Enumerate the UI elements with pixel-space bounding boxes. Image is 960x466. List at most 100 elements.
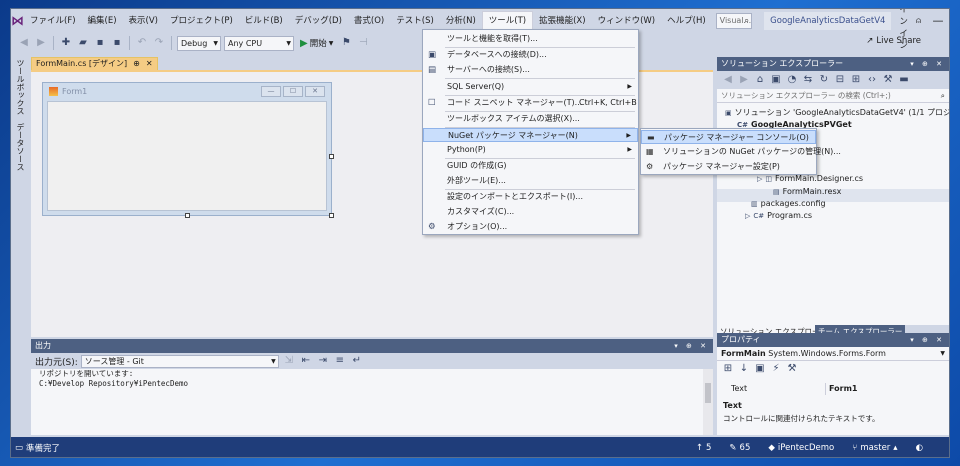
properties-wrench-icon[interactable]: ⚒ [881, 73, 895, 87]
resize-handle-right[interactable] [329, 154, 334, 159]
open-folder-icon[interactable]: ▰ [76, 36, 90, 50]
properties-object-select[interactable]: FormMain System.Windows.Forms.Form ▼ [717, 347, 949, 361]
resize-handle-corner[interactable] [329, 213, 334, 218]
property-row-text[interactable]: Text Form1 [717, 383, 949, 395]
close-tab-icon[interactable]: ✕ [146, 58, 153, 70]
events-icon[interactable]: ⚡ [769, 362, 783, 376]
menu-project[interactable]: プロジェクト(P) [164, 11, 239, 31]
forward-icon[interactable]: ▶ [34, 36, 48, 50]
alphabetical-icon[interactable]: ↓ [737, 362, 751, 376]
view-code-icon[interactable]: ‹› [865, 73, 879, 87]
collapse-all-icon[interactable]: ⊟ [833, 73, 847, 87]
tree-item-packages-config[interactable]: ▥ packages.config [751, 198, 826, 210]
menu-item-code-snippets[interactable]: ☐ コード スニペット マネージャー(T)... Ctrl+K, Ctrl+B [423, 96, 638, 110]
status-repository[interactable]: ◆ iPentecDemo [768, 443, 834, 453]
platform-select[interactable]: Any CPU ▼ [224, 35, 294, 51]
sync-icon[interactable]: ⇆ [801, 73, 815, 87]
menu-file[interactable]: ファイル(F) [24, 11, 82, 31]
menu-extensions[interactable]: 拡張機能(X) [533, 11, 591, 31]
panel-controls-icon[interactable]: ▾ ⊕ ✕ [910, 333, 945, 347]
submenu-item-package-settings[interactable]: ⚙ パッケージ マネージャー設定(P) [641, 160, 816, 174]
next-message-icon[interactable]: ⇥ [316, 354, 330, 368]
panel-controls-icon[interactable]: ▾ ⊕ ✕ [674, 339, 709, 353]
menu-item-sql-server[interactable]: SQL Server(Q) ▶ [423, 80, 638, 94]
menu-item-get-tools[interactable]: ツールと機能を取得(T)... [423, 32, 638, 46]
menu-window[interactable]: ウィンドウ(W) [592, 11, 662, 31]
menu-item-import-export[interactable]: 設定のインポートとエクスポート(I)... [423, 190, 638, 204]
menu-item-choose-toolbox[interactable]: ツールボックス アイテムの選択(X)... [423, 112, 638, 126]
refresh-icon[interactable]: ↻ [817, 73, 831, 87]
output-source-select[interactable]: ソース管理 - Git ▼ [80, 354, 279, 368]
menu-edit[interactable]: 編集(E) [82, 11, 123, 31]
form1-window[interactable]: Form1 — ☐ ✕ [42, 82, 332, 216]
resize-handle-bottom[interactable] [185, 213, 190, 218]
property-description: コントロールに関連付けられたテキストです。 [723, 414, 880, 423]
live-share-button[interactable]: ↗ Live Share [866, 36, 921, 46]
back-icon[interactable]: ◀ [721, 73, 735, 87]
menu-help[interactable]: ヘルプ(H) [661, 11, 712, 31]
save-all-icon[interactable]: ▪ [110, 36, 124, 50]
property-value[interactable]: Form1 [829, 383, 857, 395]
tree-item-solution[interactable]: ▣ ソリューション 'GoogleAnalyticsDataGetV4' (1/… [725, 107, 949, 119]
status-changes[interactable]: ✎ 65 [729, 443, 750, 453]
configuration-select[interactable]: Debug ▼ [177, 35, 221, 51]
home-icon[interactable]: ⌂ [753, 73, 767, 87]
resx-file-icon: ▤ [773, 188, 780, 196]
solution-search-input[interactable]: ソリューション エクスプローラー の検索 (Ctrl+;) ⌕ [717, 89, 949, 103]
save-icon[interactable]: ▪ [93, 36, 107, 50]
form1-client-area[interactable] [47, 101, 327, 211]
menu-item-options[interactable]: ⚙ オプション(O)... [423, 220, 638, 234]
menu-item-python[interactable]: Python(P) ▶ [423, 143, 638, 157]
minimize-icon[interactable]: — [921, 9, 949, 33]
menu-tools[interactable]: ツール(T) [481, 11, 534, 31]
tree-item-program-cs[interactable]: ▷ C# Program.cs [745, 210, 812, 222]
back-icon[interactable]: ◀ [17, 36, 31, 50]
menu-build[interactable]: ビルド(B) [239, 11, 289, 31]
properties-icon[interactable]: ▣ [753, 362, 767, 376]
status-branch[interactable]: ⑂ master ▴ [852, 443, 897, 453]
preview-icon[interactable]: ▬ [897, 73, 911, 87]
menu-item-external-tools[interactable]: 外部ツール(E)... [423, 174, 638, 188]
hot-reload-icon[interactable]: ⚑ [339, 36, 353, 50]
clear-all-icon[interactable]: ≡ [333, 354, 347, 368]
search-input[interactable]: Visual... ⌕ [715, 13, 753, 29]
notifications-icon[interactable]: ◐ [916, 443, 923, 453]
forward-icon[interactable]: ▶ [737, 73, 751, 87]
menu-item-connect-database[interactable]: ▣ データベースへの接続(D)... [423, 48, 638, 62]
menu-item-connect-server[interactable]: ▤ サーバーへの接続(S)... [423, 63, 638, 77]
menu-item-create-guid[interactable]: GUID の作成(G) [423, 159, 638, 173]
output-scrollbar[interactable] [703, 369, 713, 435]
menu-item-nuget[interactable]: NuGet パッケージ マネージャー(N) ▶ [423, 128, 638, 142]
menu-format[interactable]: 書式(O) [348, 11, 390, 31]
undo-icon[interactable]: ↶ [135, 36, 149, 50]
redo-icon[interactable]: ↷ [152, 36, 166, 50]
datasource-tab[interactable]: データソース [15, 119, 26, 175]
categorized-icon[interactable]: ⊞ [721, 362, 735, 376]
submenu-item-package-console[interactable]: ▬ パッケージ マネージャー コンソール(O) [641, 130, 816, 144]
menu-view[interactable]: 表示(V) [123, 11, 164, 31]
menu-test[interactable]: テスト(S) [390, 11, 440, 31]
prev-message-icon[interactable]: ⇤ [299, 354, 313, 368]
panel-controls-icon[interactable]: ▾ ⊕ ✕ [910, 57, 945, 71]
submenu-item-manage-packages[interactable]: ▦ ソリューションの NuGet パッケージの管理(N)... [641, 145, 841, 159]
menu-debug[interactable]: デバッグ(D) [289, 11, 348, 31]
tree-item-resx[interactable]: ▤ FormMain.resx [773, 186, 841, 198]
menu-item-label: カスタマイズ(C)... [447, 207, 515, 216]
switch-views-icon[interactable]: ▣ [769, 73, 783, 87]
menu-item-customize[interactable]: カスタマイズ(C)... [423, 205, 638, 219]
property-pages-icon[interactable]: ⚒ [785, 362, 799, 376]
new-project-icon[interactable]: ✚ [59, 36, 73, 50]
start-button[interactable]: ▶ 開始 ▼ [297, 37, 336, 50]
word-wrap-icon[interactable]: ↵ [350, 354, 364, 368]
visual-studio-logo-icon[interactable]: ⋈ [11, 9, 24, 33]
toolbox-tab[interactable]: ツールボックス [15, 55, 26, 119]
status-unpushed[interactable]: ↑ 5 [696, 443, 712, 453]
tab-formmain-design[interactable]: FormMain.cs [デザイン] ⊕ ✕ [31, 57, 158, 71]
pending-changes-icon[interactable]: ◔ [785, 73, 799, 87]
find-message-icon[interactable]: ⇲ [282, 354, 296, 368]
scrollbar-thumb[interactable] [705, 383, 711, 403]
step-icon[interactable]: ⊣ [356, 36, 370, 50]
menu-analyze[interactable]: 分析(N) [440, 11, 482, 31]
show-all-files-icon[interactable]: ⊞ [849, 73, 863, 87]
pin-icon[interactable]: ⊕ [133, 58, 140, 70]
